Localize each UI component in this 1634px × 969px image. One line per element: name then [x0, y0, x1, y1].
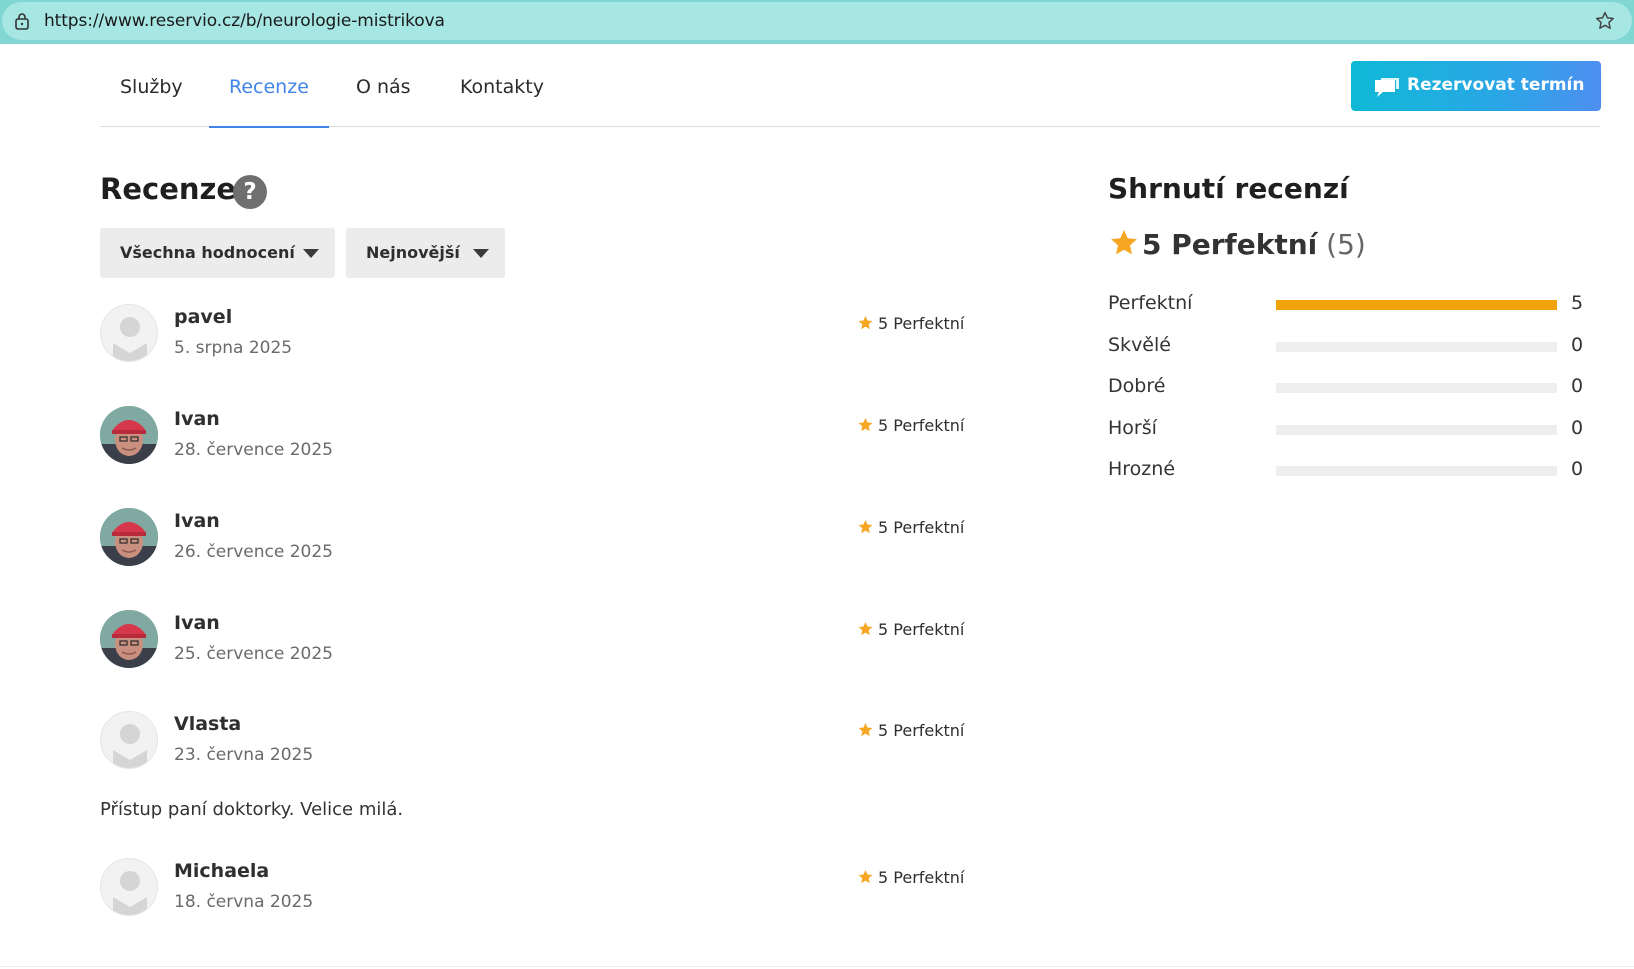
flag-icon: [1375, 78, 1399, 97]
reviewer-name: Ivan: [174, 408, 220, 430]
review-rating: 5 Perfektní: [857, 314, 964, 333]
review-rating: 5 Perfektní: [857, 518, 964, 537]
avatar: [100, 508, 158, 566]
review-rating-label: 5 Perfektní: [878, 518, 965, 537]
chevron-down-icon: [473, 249, 489, 258]
review-rating-label: 5 Perfektní: [878, 868, 965, 887]
browser-address-bar: https://www.reservio.cz/b/neurologie-mis…: [0, 0, 1634, 44]
tab-reviews[interactable]: Recenze: [209, 46, 329, 128]
rating-bar-label: Skvělé: [1108, 334, 1171, 356]
rating-bar-label: Dobré: [1108, 375, 1166, 397]
avatar: [100, 610, 158, 668]
lock-icon: [15, 13, 29, 30]
reviews-title: Recenze: [100, 172, 237, 206]
sort-label: Nejnovější: [366, 243, 460, 262]
reviewer-name: pavel: [174, 306, 233, 328]
review-rating: 5 Perfektní: [857, 620, 964, 639]
bookmark-star-icon[interactable]: [1594, 10, 1616, 32]
rating-bar-count: 0: [1571, 375, 1584, 397]
star-icon: [858, 723, 873, 737]
review-item: Vlasta 23. června 2025 5 Perfektní Přístup …: [100, 711, 980, 821]
reviewer-name: Ivan: [174, 612, 220, 634]
sort-dropdown[interactable]: Nejnovější: [346, 228, 505, 278]
review-date: 18. června 2025: [174, 892, 314, 912]
reviewer-name: Ivan: [174, 510, 220, 532]
review-item: Michaela 18. června 2025 5 Perfektní: [100, 858, 980, 918]
rating-bar-count: 5: [1571, 292, 1584, 314]
rating-bar-label: Perfektní: [1108, 292, 1193, 314]
tab-about[interactable]: O nás: [336, 46, 431, 127]
tab-services[interactable]: Služby: [100, 46, 203, 127]
rating-bar-row: Horší 0: [1108, 417, 1588, 441]
rating-bar-track: [1276, 383, 1557, 393]
review-text: Přístup paní doktorky. Velice milá.: [100, 799, 404, 820]
user-photo-icon: [100, 610, 158, 668]
review-rating-label: 5 Perfektní: [878, 620, 965, 639]
review-date: 23. června 2025: [174, 745, 314, 765]
review-item: Ivan 25. července 2025 5 Perfektní: [100, 610, 980, 670]
star-icon: [858, 870, 873, 884]
rating-bar-track: [1276, 342, 1557, 352]
review-date: 25. července 2025: [174, 644, 334, 664]
rating-bar-track: [1276, 466, 1557, 476]
chevron-down-icon: [303, 249, 319, 258]
star-icon: [858, 622, 873, 636]
rating-bar-count: 0: [1571, 417, 1584, 439]
rating-bar-label: Horší: [1108, 417, 1157, 439]
book-button-label: Rezervovat termín: [1407, 75, 1585, 95]
summary-title: Shrnutí recenzí: [1108, 172, 1349, 205]
rating-bar-fill: [1276, 300, 1557, 310]
review-date: 26. července 2025: [174, 542, 334, 562]
divider: [0, 966, 1634, 967]
default-user-icon: [113, 871, 147, 915]
star-icon: [858, 520, 873, 534]
rating-bar-track: [1276, 300, 1557, 310]
review-item: pavel 5. srpna 2025 5 Perfektní: [100, 304, 980, 364]
reviewer-name: Michaela: [174, 860, 270, 882]
default-user-icon: [113, 317, 147, 361]
avatar: [100, 304, 158, 362]
review-item: Ivan 26. července 2025 5 Perfektní: [100, 508, 980, 568]
rating-bar-row: Dobré 0: [1108, 375, 1588, 399]
avatar: [100, 406, 158, 464]
rating-bar-label: Hrozné: [1108, 458, 1176, 480]
rating-bar-row: Perfektní 5: [1108, 292, 1588, 316]
reviewer-name: Vlasta: [174, 713, 242, 735]
review-rating-label: 5 Perfektní: [878, 314, 965, 333]
avatar: [100, 858, 158, 916]
help-icon[interactable]: ?: [233, 175, 267, 209]
url-field[interactable]: https://www.reservio.cz/b/neurologie-mis…: [2, 2, 1632, 40]
summary-score-label: 5 Perfektní: [1142, 228, 1318, 261]
rating-bar-row: Skvělé 0: [1108, 334, 1588, 358]
review-rating: 5 Perfektní: [857, 868, 964, 887]
rating-bar-track: [1276, 425, 1557, 435]
url-text: https://www.reservio.cz/b/neurologie-mis…: [44, 11, 445, 31]
rating-bar-count: 0: [1571, 458, 1584, 480]
rating-bar-row: Hrozné 0: [1108, 458, 1588, 482]
user-photo-icon: [100, 406, 158, 464]
review-date: 5. srpna 2025: [174, 338, 293, 358]
review-rating: 5 Perfektní: [857, 416, 964, 435]
book-appointment-button[interactable]: Rezervovat termín: [1351, 61, 1601, 111]
rating-bar-count: 0: [1571, 334, 1584, 356]
avatar: [100, 711, 158, 769]
star-icon: [1111, 229, 1137, 255]
rating-filter-label: Všechna hodnocení: [120, 243, 295, 262]
star-icon: [858, 316, 873, 330]
tab-contacts[interactable]: Kontakty: [440, 46, 564, 127]
review-rating-label: 5 Perfektní: [878, 416, 965, 435]
summary-score: 5 Perfektní (5): [1108, 228, 1366, 261]
review-item: Ivan 28. července 2025 5 Perfektní: [100, 406, 980, 466]
review-date: 28. července 2025: [174, 440, 334, 460]
star-icon: [858, 418, 873, 432]
rating-filter-dropdown[interactable]: Všechna hodnocení: [100, 228, 335, 278]
summary-score-count: (5): [1326, 228, 1366, 261]
review-rating: 5 Perfektní: [857, 721, 964, 740]
review-rating-label: 5 Perfektní: [878, 721, 965, 740]
default-user-icon: [113, 724, 147, 768]
user-photo-icon: [100, 508, 158, 566]
